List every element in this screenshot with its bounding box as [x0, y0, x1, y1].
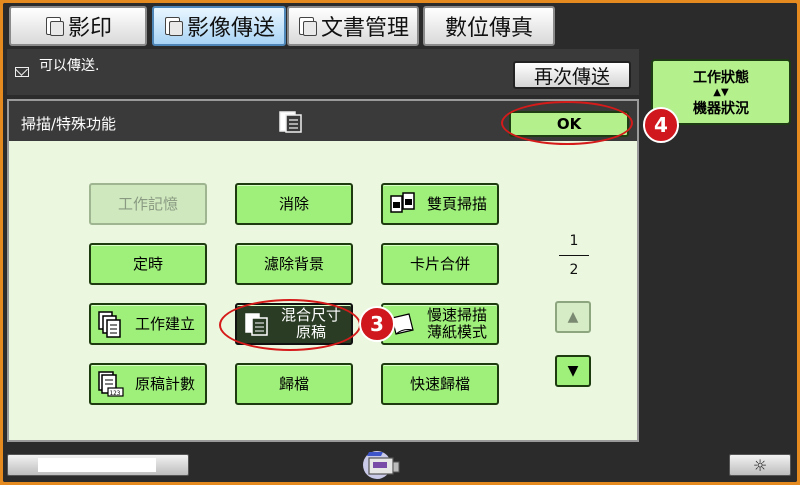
tab-copy-label: 影印: [67, 16, 112, 41]
erase-button[interactable]: 消除: [235, 183, 353, 225]
original-count-button[interactable]: 123 原稿計數: [89, 363, 207, 405]
stacked-pages-icon: [97, 310, 125, 338]
slow-scan-mode-label: 慢速掃描 薄紙模式: [417, 307, 497, 341]
file-button[interactable]: 歸檔: [235, 363, 353, 405]
file-label: 歸檔: [278, 374, 309, 393]
slow-scan-line1: 慢速掃描: [426, 306, 487, 324]
quick-file-button[interactable]: 快速歸檔: [381, 363, 499, 405]
document-filing-icon: [297, 16, 317, 36]
scan-special-modes-panel: 掃描/特殊功能 OK 工作記憶 消除 雙頁掃描 定時 濾除背景 卡片合併 工作建…: [7, 99, 639, 442]
ok-highlight-ring: [501, 101, 633, 145]
arrow-down-icon: ▼: [567, 363, 579, 379]
quick-file-label: 快速歸檔: [409, 374, 470, 393]
step-4-badge: 4: [643, 107, 679, 143]
brightness-button[interactable]: ☼: [729, 454, 791, 476]
sun-icon: ☼: [752, 455, 768, 475]
mixed-size-highlight-ring: [219, 299, 361, 351]
mode-tabbar: 影印 影像傳送 文書管理 數位傳真: [3, 3, 797, 49]
duplex-scan-label: 雙頁掃描: [426, 194, 487, 213]
status-progress-bar: [7, 454, 189, 476]
status-line: 可以傳送. 再次傳送: [7, 49, 639, 95]
job-memory-button[interactable]: 工作記憶: [89, 183, 207, 225]
card-shot-button[interactable]: 卡片合併: [381, 243, 499, 285]
job-status-label: 工作狀態: [693, 69, 749, 86]
svg-text:123: 123: [110, 390, 121, 397]
tab-document-filing-label: 文書管理: [320, 16, 409, 41]
image-send-icon: [163, 16, 183, 36]
page-down-button[interactable]: ▼: [555, 355, 591, 387]
slow-scan-line2: 薄紙模式: [426, 323, 487, 341]
page-indicator: 1 2: [559, 233, 589, 278]
card-shot-label: 卡片合併: [409, 254, 470, 273]
tab-document-filing[interactable]: 文書管理: [287, 6, 419, 46]
total-pages: 2: [569, 262, 579, 278]
toggle-arrows-icon: ▲▼: [713, 86, 729, 98]
screen-frame: 影印 影像傳送 文書管理 數位傳真 可以傳送. 再次傳送 工作狀態 ▲▼ 機器狀…: [3, 3, 797, 482]
copy-icon: [44, 16, 64, 36]
status-message: 可以傳送.: [39, 58, 100, 74]
timer-button[interactable]: 定時: [89, 243, 207, 285]
machine-status-label: 機器狀況: [693, 100, 749, 117]
page-divider: [559, 255, 589, 256]
resend-button[interactable]: 再次傳送: [513, 61, 631, 89]
tab-image-send-label: 影像傳送: [186, 16, 275, 41]
job-build-up-button[interactable]: 工作建立: [89, 303, 207, 345]
tab-image-send[interactable]: 影像傳送: [152, 6, 286, 46]
page-counter-icon: 123: [97, 370, 125, 398]
job-memory-label: 工作記憶: [117, 194, 178, 213]
tab-digital-fax[interactable]: 數位傳真: [423, 6, 555, 46]
mixed-size-original-icon: [277, 110, 305, 134]
panel-title: 掃描/特殊功能: [21, 115, 117, 133]
erase-label: 消除: [278, 194, 309, 213]
tab-copy[interactable]: 影印: [9, 6, 147, 46]
job-build-up-label: 工作建立: [134, 314, 195, 333]
tab-digital-fax-label: 數位傳真: [444, 16, 533, 41]
original-count-label: 原稿計數: [134, 374, 195, 393]
suppress-background-button[interactable]: 濾除背景: [235, 243, 353, 285]
mail-icon: [15, 67, 29, 77]
page-up-button[interactable]: ▲: [555, 301, 591, 333]
slow-scan-mode-button[interactable]: 慢速掃描 薄紙模式: [381, 303, 499, 345]
book-scan-icon: [389, 190, 417, 218]
current-page: 1: [569, 233, 579, 249]
step-3-badge: 3: [359, 306, 395, 342]
progress-fill: [38, 458, 156, 472]
suppress-background-label: 濾除背景: [263, 254, 324, 273]
arrow-up-icon: ▲: [567, 309, 579, 325]
machine-device-icon[interactable]: [361, 448, 401, 480]
bottom-bar: ☼: [3, 444, 797, 482]
duplex-scan-button[interactable]: 雙頁掃描: [381, 183, 499, 225]
timer-label: 定時: [132, 254, 163, 273]
